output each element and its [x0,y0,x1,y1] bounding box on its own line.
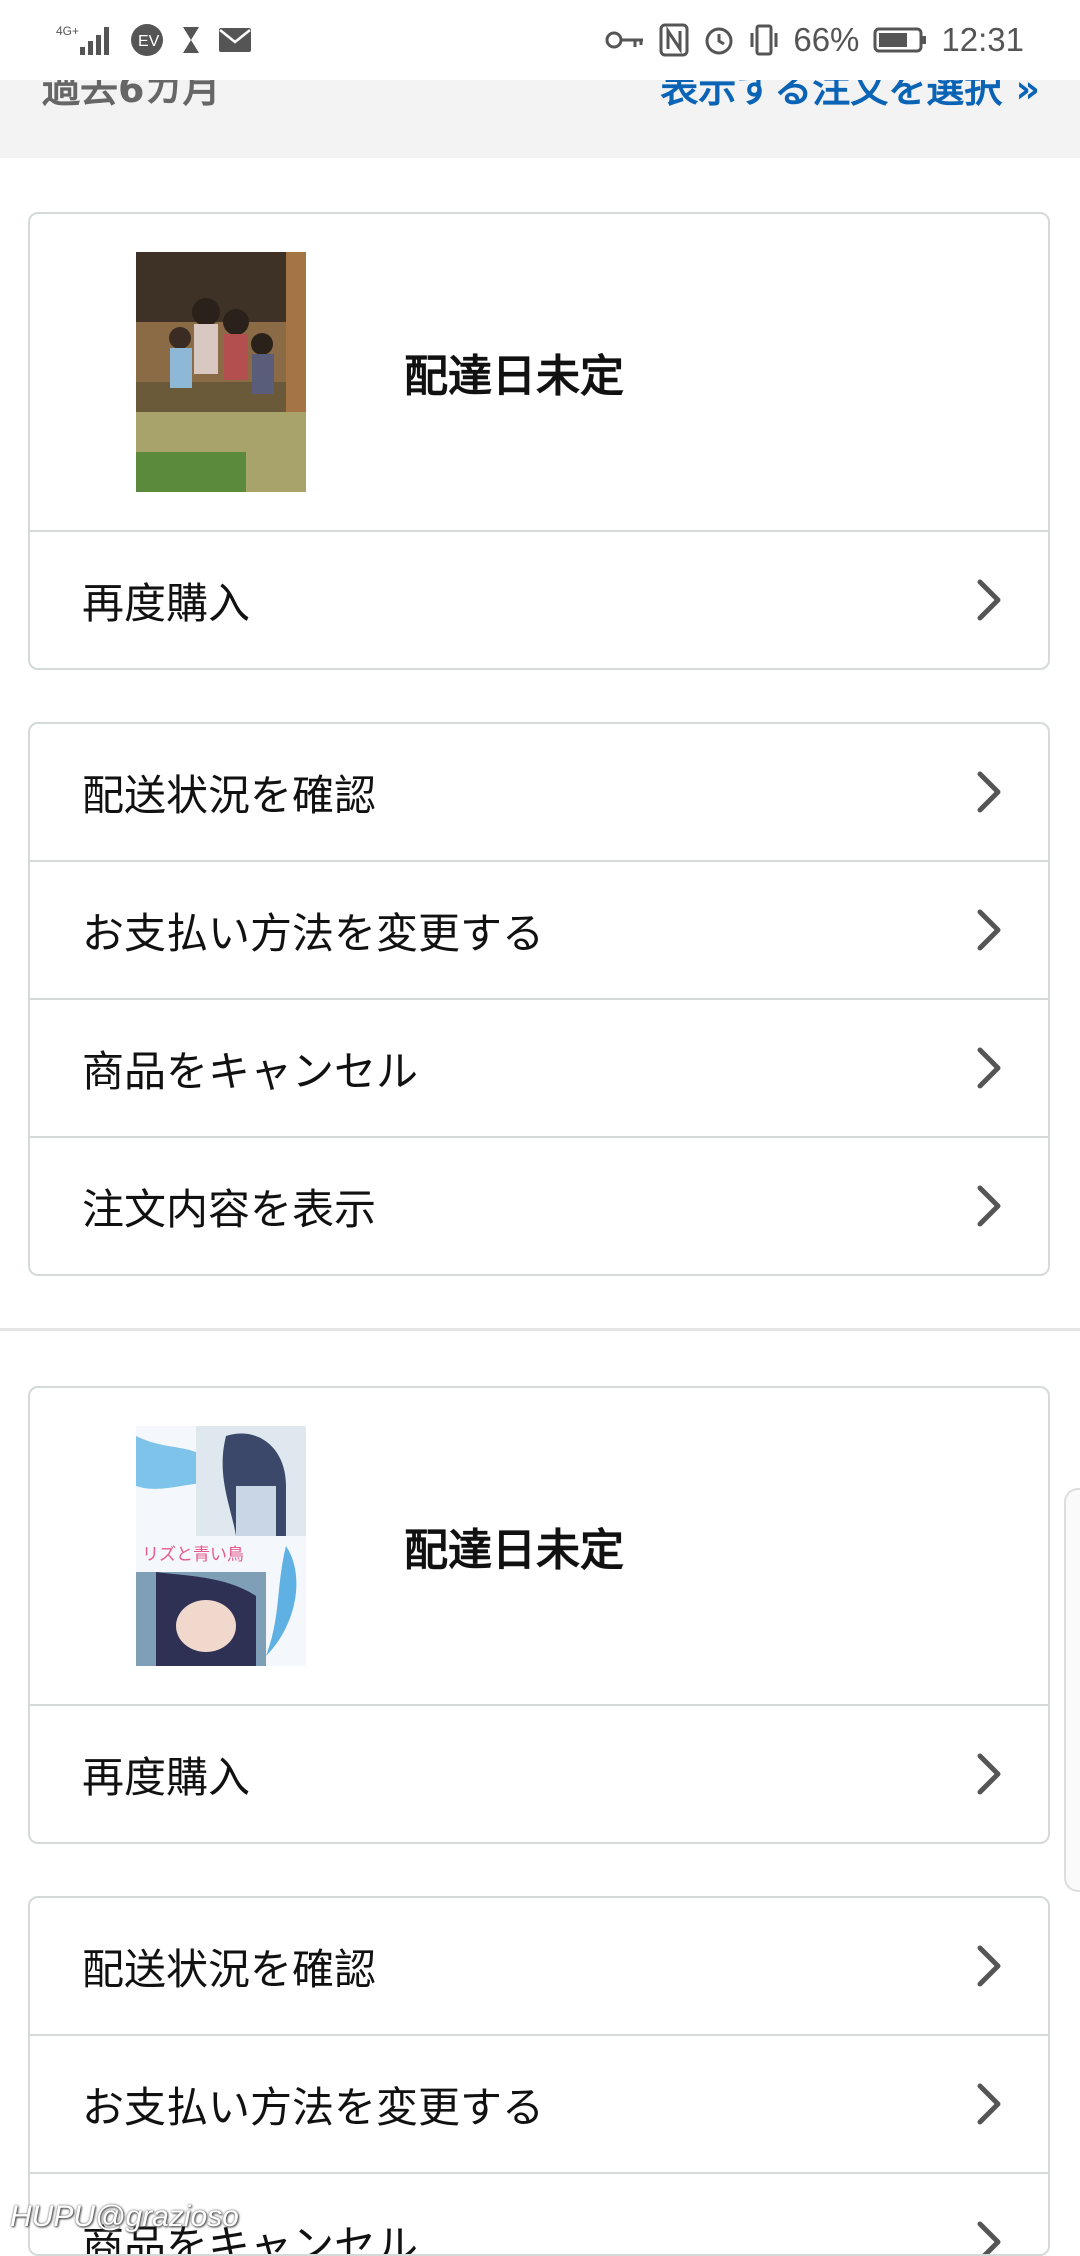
chevron-right-icon [976,1046,1002,1090]
orders-filter-header: 過去6カ月 表示する注文を選択 » [0,80,1080,158]
chevron-right-icon [976,1752,1002,1796]
side-drawer-handle[interactable] [1064,1488,1080,1892]
view-order-details-label: 注文内容を表示 [82,1176,376,1237]
order-divider [0,1328,1080,1331]
status-right: 66% 12:31 [605,0,1024,80]
cancel-item-row[interactable]: 商品をキャンセル [30,1000,1048,1138]
cancel-item-label: 商品をキャンセル [82,1038,418,1099]
track-package-label: 配送状況を確認 [82,1936,376,1997]
change-payment-label: お支払い方法を変更する [82,2074,544,2135]
signal-icon: 4G+ [56,23,114,57]
clock: 12:31 [941,21,1024,59]
watermark: HUPU@grazioso [10,2200,239,2234]
status-left: 4G+ EV [56,0,252,80]
svg-text:リズと青い鳥: リズと青い鳥 [142,1545,244,1565]
chevron-right-icon [976,2082,1002,2126]
order-2-buy-again-row[interactable]: 再度購入 [30,1706,1048,1842]
status-bar: 4G+ EV 66% [0,0,1080,80]
order-2-delivery-status: 配達日未定 [404,1388,624,1704]
period-filter[interactable]: 過去6カ月 [42,80,220,113]
vpn-badge-icon: EV [130,23,164,57]
track-package-row[interactable]: 配送状況を確認 [30,1898,1048,2036]
buy-again-label: 再度購入 [82,1744,250,1805]
track-package-row[interactable]: 配送状況を確認 [30,724,1048,862]
chevron-right-icon [976,2220,1002,2256]
order-1-delivery-status: 配達日未定 [404,214,624,530]
mail-icon [218,27,252,53]
svg-text:EV: EV [138,33,160,50]
chevron-right-icon [976,1944,1002,1988]
battery-percent: 66% [793,21,859,59]
chevron-right-icon [976,578,1002,622]
order-2-product-image[interactable]: リズと青い鳥 [136,1426,306,1666]
order-1-actions-card: 配送状況を確認 お支払い方法を変更する 商品をキャンセル 注文内容を表示 [28,722,1050,1276]
chevron-right-icon [976,770,1002,814]
change-payment-row[interactable]: お支払い方法を変更する [30,862,1048,1000]
change-payment-label: お支払い方法を変更する [82,900,544,961]
key-icon [605,28,645,52]
chevron-right-icon [976,1184,1002,1228]
vibrate-icon [749,23,779,57]
change-payment-row[interactable]: お支払い方法を変更する [30,2036,1048,2174]
alarm-icon [703,24,735,56]
order-1-buy-again-row[interactable]: 再度購入 [30,532,1048,668]
svg-text:4G+: 4G+ [56,24,79,38]
order-2-product-card: リズと青い鳥 配達日未定 再度購入 [28,1386,1050,1844]
order-filter-link[interactable]: 表示する注文を選択 » [660,80,1040,113]
buy-again-label: 再度購入 [82,570,250,631]
view-order-details-row[interactable]: 注文内容を表示 [30,1138,1048,1274]
order-1-product-image[interactable] [136,252,306,492]
track-package-label: 配送状況を確認 [82,762,376,823]
hourglass-icon [180,25,202,55]
order-1-product-card: 配達日未定 再度購入 [28,212,1050,670]
order-2-product[interactable]: リズと青い鳥 配達日未定 [30,1388,1048,1706]
battery-icon [873,26,927,54]
chevron-right-icon [976,908,1002,952]
nfc-icon [659,23,689,57]
order-1-product[interactable]: 配達日未定 [30,214,1048,532]
